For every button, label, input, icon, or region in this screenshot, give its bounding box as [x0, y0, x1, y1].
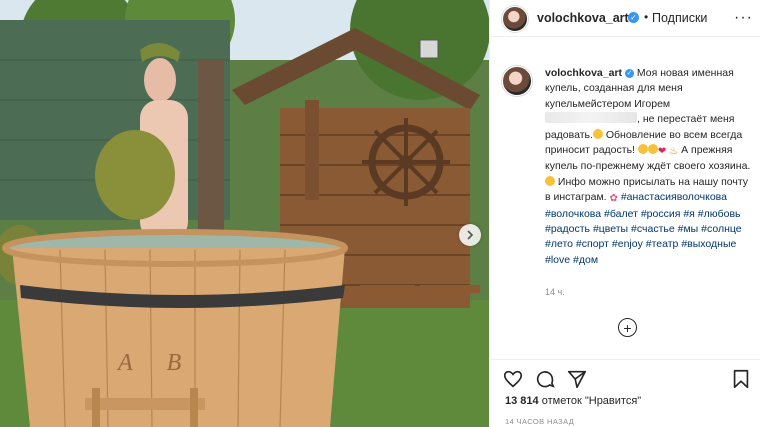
post-header: volochkova_art ✓ • Подписки ··· [490, 0, 760, 37]
hashtag-link[interactable]: #цветы [593, 223, 628, 235]
plus-circle-icon: + [623, 319, 632, 336]
smile-emoji-icon [545, 175, 555, 186]
heart-outline-icon[interactable] [502, 368, 524, 390]
author-avatar[interactable] [502, 6, 528, 32]
hashtag-link[interactable]: #мы [678, 223, 699, 235]
hashtag-link[interactable]: #love [545, 254, 570, 266]
hashtag-link[interactable]: #счастье [631, 223, 675, 235]
smile-emoji-icon [637, 144, 648, 155]
instagram-post-modal: А В volochkova_art ✓ • Подписки ··· volo… [0, 0, 760, 427]
chevron-right-icon [467, 230, 474, 240]
hashtag-link[interactable]: #россия [641, 208, 681, 220]
likes-number: 13 814 [505, 395, 539, 407]
blurred-mention [545, 112, 637, 124]
tub-monogram: А В [118, 350, 196, 376]
hashtag-link[interactable]: #солнце [701, 223, 741, 235]
hashtag-link[interactable]: #enjoy [612, 238, 643, 250]
smile-emoji-icon [592, 128, 603, 139]
hashtag-link[interactable]: #волочкова [545, 208, 601, 220]
hashtag-link[interactable]: #выходные [681, 238, 736, 250]
hashtag-link[interactable]: #радость [545, 223, 590, 235]
speech-bubble-icon[interactable] [534, 368, 556, 390]
hashtag-link[interactable]: #дом [573, 254, 598, 266]
hashtag-link[interactable]: #я [683, 208, 695, 220]
smile-emoji-icon [647, 144, 658, 155]
caption-username[interactable]: volochkova_art [545, 67, 622, 79]
post-side-panel: volochkova_art ✓ • Подписки ··· volochko… [489, 0, 760, 427]
verified-badge-icon: ✓ [628, 12, 639, 23]
post-timestamp: 14 ЧАСОВ НАЗАД [505, 417, 575, 426]
hashtag-link[interactable]: #театр [646, 238, 679, 250]
likes-label: отметок "Нравится" [538, 395, 642, 407]
following-button[interactable]: Подписки [652, 11, 707, 25]
post-caption: volochkova_art ✓ Моя новая именная купел… [545, 66, 753, 268]
photo-scene [0, 0, 489, 427]
post-actions [490, 359, 760, 396]
hashtag-link[interactable]: #спорт [576, 238, 609, 250]
caption-author-avatar[interactable] [502, 66, 532, 96]
hashtag-link[interactable]: #лето [545, 238, 573, 250]
author-username[interactable]: volochkova_art [537, 11, 629, 25]
fire-emoji-icon: ♨ [669, 146, 679, 158]
next-photo-button[interactable] [459, 224, 481, 246]
load-more-comments-button[interactable]: + [618, 318, 637, 337]
post-time: 14 ч. [545, 287, 565, 297]
heart-emoji-icon: ❤ [657, 146, 667, 158]
more-options-button[interactable]: ··· [734, 9, 753, 27]
bookmark-icon[interactable] [730, 368, 752, 390]
verified-badge-icon: ✓ [624, 69, 634, 78]
paper-plane-icon[interactable] [566, 368, 588, 390]
post-photo[interactable]: А В [0, 0, 489, 427]
hashtag-link[interactable]: #балет [604, 208, 638, 220]
hashtag-link[interactable]: #любовь [698, 208, 741, 220]
hashtag-link[interactable]: #анастасияволочкова [621, 191, 727, 203]
flower-emoji-icon: ✿ [609, 193, 618, 205]
likes-count[interactable]: 13 814 отметок "Нравится" [505, 395, 641, 407]
header-separator: • [644, 10, 649, 24]
